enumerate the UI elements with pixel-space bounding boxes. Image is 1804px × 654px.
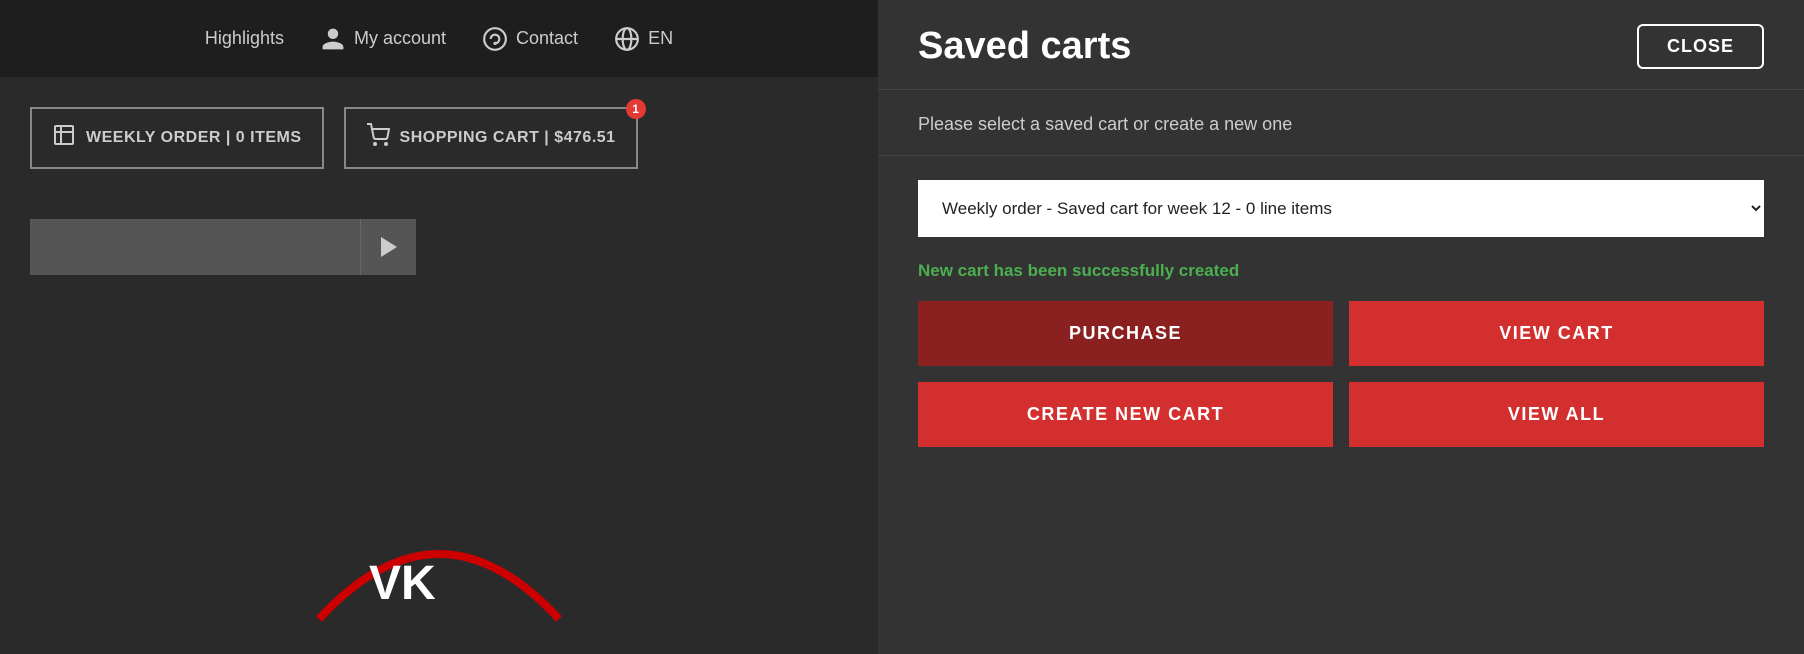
weekly-order-button[interactable]: WEEKLY ORDER | 0 ITEMS bbox=[30, 107, 324, 169]
shopping-cart-icon bbox=[366, 123, 390, 153]
contact-label: Contact bbox=[516, 28, 578, 49]
globe-icon bbox=[614, 26, 640, 52]
action-buttons-grid: PURCHASE VIEW CART CREATE NEW CART VIEW … bbox=[878, 301, 1804, 467]
brand-logo: VK bbox=[289, 479, 589, 629]
shopping-cart-button[interactable]: SHOPPING CART | $476.51 bbox=[344, 107, 638, 169]
weekly-order-icon bbox=[52, 123, 76, 153]
contact-icon bbox=[482, 26, 508, 52]
saved-carts-panel: Saved carts CLOSE Please select a saved … bbox=[878, 0, 1804, 654]
highlights-label: Highlights bbox=[205, 28, 284, 49]
purchase-button[interactable]: PURCHASE bbox=[918, 301, 1333, 366]
contact-nav[interactable]: Contact bbox=[482, 26, 578, 52]
close-button[interactable]: CLOSE bbox=[1637, 24, 1764, 69]
arrow-right-icon bbox=[381, 237, 397, 257]
cart-buttons-row: WEEKLY ORDER | 0 ITEMS SHOPPING CART | $… bbox=[0, 77, 878, 199]
panel-title: Saved carts bbox=[918, 25, 1131, 68]
shopping-cart-wrapper: SHOPPING CART | $476.51 1 bbox=[344, 107, 638, 169]
shopping-cart-label: SHOPPING CART | $476.51 bbox=[400, 129, 616, 147]
language-label: EN bbox=[648, 28, 673, 49]
svg-text:VK: VK bbox=[369, 557, 436, 610]
panel-header: Saved carts CLOSE bbox=[878, 0, 1804, 90]
language-nav[interactable]: EN bbox=[614, 26, 673, 52]
my-account-nav[interactable]: My account bbox=[320, 26, 446, 52]
view-all-button[interactable]: VIEW ALL bbox=[1349, 382, 1764, 447]
weekly-order-label: WEEKLY ORDER | 0 ITEMS bbox=[86, 129, 302, 147]
saved-cart-select[interactable]: Weekly order - Saved cart for week 12 - … bbox=[918, 180, 1764, 237]
dropdown-section: Weekly order - Saved cart for week 12 - … bbox=[878, 156, 1804, 261]
logo-area: VK bbox=[0, 454, 878, 654]
search-area bbox=[30, 219, 848, 275]
my-account-label: My account bbox=[354, 28, 446, 49]
success-text: New cart has been successfully created bbox=[918, 261, 1239, 280]
cart-badge: 1 bbox=[626, 99, 646, 119]
search-button[interactable] bbox=[360, 219, 416, 275]
left-panel: Highlights My account Contact bbox=[0, 0, 878, 654]
create-new-cart-button[interactable]: CREATE NEW CART bbox=[918, 382, 1333, 447]
top-nav: Highlights My account Contact bbox=[0, 0, 878, 77]
view-cart-button[interactable]: VIEW CART bbox=[1349, 301, 1764, 366]
search-input[interactable] bbox=[30, 219, 360, 275]
highlights-nav[interactable]: Highlights bbox=[205, 28, 284, 49]
panel-subtitle: Please select a saved cart or create a n… bbox=[878, 90, 1804, 156]
success-message: New cart has been successfully created bbox=[878, 261, 1804, 301]
account-icon bbox=[320, 26, 346, 52]
subtitle-text: Please select a saved cart or create a n… bbox=[918, 114, 1292, 134]
